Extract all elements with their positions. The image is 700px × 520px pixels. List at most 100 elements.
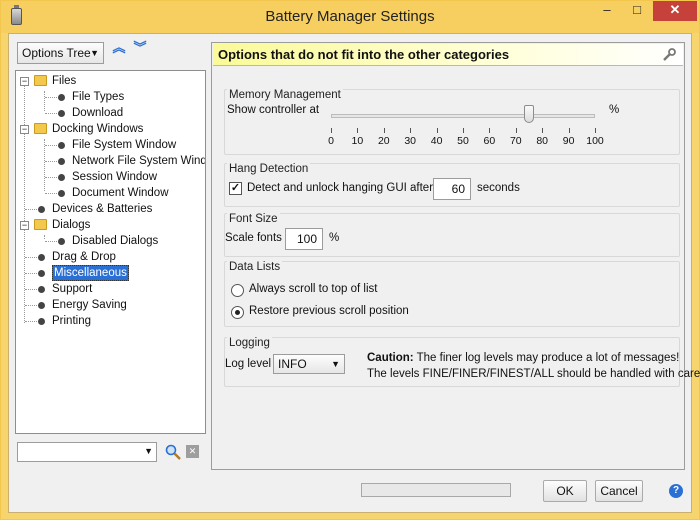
bullet-icon (58, 174, 65, 181)
maximize-button[interactable]: □ (623, 1, 651, 21)
collapse-all-icon[interactable]: ︽ (111, 41, 127, 61)
slider-tick (463, 128, 464, 133)
caution-bold: Caution: (367, 352, 414, 364)
tree-item-miscellaneous[interactable]: Miscellaneous (16, 265, 204, 281)
collapse-toggle-icon[interactable]: − (20, 77, 29, 86)
scroll-top-label: Always scroll to top of list (249, 283, 378, 295)
scale-label: Scale fonts (225, 232, 282, 244)
bullet-icon (38, 302, 45, 309)
tree-item-file-system-window[interactable]: File System Window (16, 137, 204, 153)
bullet-icon (58, 158, 65, 165)
tree-item-label: Files (52, 75, 77, 87)
tree-item-network-file-system-windo[interactable]: Network File System Windo (16, 153, 206, 169)
tree-item-printing[interactable]: Printing (16, 313, 204, 329)
app-window: Battery Manager Settings – □ ✕ Options T… (0, 0, 700, 520)
tree-item-label: Support (52, 283, 93, 295)
tree-item-document-window[interactable]: Document Window (16, 185, 204, 201)
slider-tick (595, 128, 596, 133)
minimize-button[interactable]: – (593, 1, 621, 21)
tree-item-label: Miscellaneous (52, 265, 129, 281)
controller-unit: % (609, 104, 620, 116)
tree-item-session-window[interactable]: Session Window (16, 169, 204, 185)
cancel-button[interactable]: Cancel (595, 480, 643, 502)
slider-tick (489, 128, 491, 133)
tree-item-file-types[interactable]: File Types (16, 89, 204, 105)
seconds-input[interactable]: 60 (433, 178, 471, 200)
wrench-icon (663, 48, 676, 61)
log-level-select[interactable]: INFO ▼ (273, 354, 345, 374)
panel-header: Options that do not fit into the other c… (213, 44, 683, 66)
filter-combo[interactable]: ▼ (17, 442, 157, 462)
tree-mode-value: Options Tree (22, 46, 91, 60)
close-button[interactable]: ✕ (653, 1, 697, 21)
tree-mode-select[interactable]: Options Tree ▼ (17, 42, 104, 64)
tree-item-label: Disabled Dialogs (72, 235, 159, 247)
hang-label: Detect and unlock hanging GUI after (247, 182, 434, 194)
slider-track[interactable] (331, 114, 595, 118)
bullet-icon (38, 254, 45, 261)
bullet-icon (38, 270, 45, 277)
tree-item-disabled-dialogs[interactable]: Disabled Dialogs (16, 233, 204, 249)
ok-button[interactable]: OK (543, 480, 587, 502)
tree-item-label: Session Window (72, 171, 158, 183)
bullet-icon (58, 238, 65, 245)
restore-scroll-radio[interactable] (231, 306, 244, 319)
tree-item-label: File Types (72, 91, 125, 103)
tree-item-label: Drag & Drop (52, 251, 116, 263)
expand-all-icon[interactable]: ︾ (132, 41, 148, 61)
collapse-toggle-icon[interactable]: − (20, 221, 29, 230)
scroll-top-radio[interactable] (231, 284, 244, 297)
slider-tick (383, 128, 385, 133)
scale-unit: % (329, 232, 340, 244)
hang-group: Hang Detection ✓ Detect and unlock hangi… (224, 163, 680, 207)
tree-item-devices-batteries[interactable]: Devices & Batteries (16, 201, 204, 217)
tree-item-dialogs[interactable]: − Dialogs (16, 217, 204, 233)
search-icon[interactable] (165, 444, 181, 460)
folder-icon (34, 75, 47, 86)
log-level-label: Log level (225, 358, 272, 370)
tree-item-docking-windows[interactable]: − Docking Windows (16, 121, 204, 137)
datalists-group: Data Lists Always scroll to top of list … (224, 261, 680, 327)
controller-slider-thumb[interactable] (524, 105, 534, 123)
slider-tick-label: 0 (328, 135, 334, 147)
clear-icon[interactable]: ✕ (186, 445, 199, 458)
bullet-icon (58, 110, 65, 117)
progress-bar (361, 483, 511, 497)
datalists-title: Data Lists (227, 261, 283, 273)
collapse-toggle-icon[interactable]: − (20, 125, 29, 134)
tree-item-label: Network File System Windo (72, 155, 206, 167)
tree-item-support[interactable]: Support (16, 281, 204, 297)
logging-group: Logging Log level INFO ▼ Caution: The fi… (224, 337, 700, 387)
dialog-client: Options Tree ▼ ︽ ︾ − Files File Types Downl… (8, 33, 700, 513)
help-icon[interactable]: ? (669, 484, 683, 498)
slider-tick-label: 30 (404, 135, 417, 147)
chevron-down-icon: ▼ (90, 48, 99, 58)
logging-title: Logging (227, 337, 272, 349)
options-tree[interactable]: − Files File Types Download − Docking Windows… (15, 70, 206, 434)
folder-icon (34, 123, 47, 134)
slider-tick (410, 128, 412, 133)
options-panel: Options that do not fit into the other c… (211, 42, 700, 470)
slider-tick-label: 20 (377, 135, 390, 147)
slider-tick (515, 128, 517, 133)
tree-item-energy-saving[interactable]: Energy Saving (16, 297, 204, 313)
caution-line-1: Caution: The finer log levels may produc… (367, 352, 679, 364)
slider-tick-label: 70 (509, 135, 522, 147)
bullet-icon (58, 190, 65, 197)
hang-title: Hang Detection (227, 163, 311, 175)
tree-item-label: Download (72, 107, 124, 119)
hang-checkbox[interactable]: ✓ (229, 182, 242, 195)
title-bar[interactable]: Battery Manager Settings – □ ✕ (1, 1, 699, 33)
slider-tick (542, 128, 544, 133)
tree-item-download[interactable]: Download (16, 105, 204, 121)
seconds-label: seconds (477, 182, 520, 194)
tree-item-drag-drop[interactable]: Drag & Drop (16, 249, 204, 265)
slider-tick (436, 128, 438, 133)
slider-tick-label: 40 (430, 135, 443, 147)
bullet-icon (38, 206, 45, 213)
scale-input[interactable]: 100 (285, 228, 323, 250)
font-group: Font Size Scale fonts 100 % (224, 213, 680, 257)
tree-item-files[interactable]: − Files (16, 73, 204, 89)
slider-tick-label: 80 (536, 135, 549, 147)
slider-tick (357, 128, 359, 133)
